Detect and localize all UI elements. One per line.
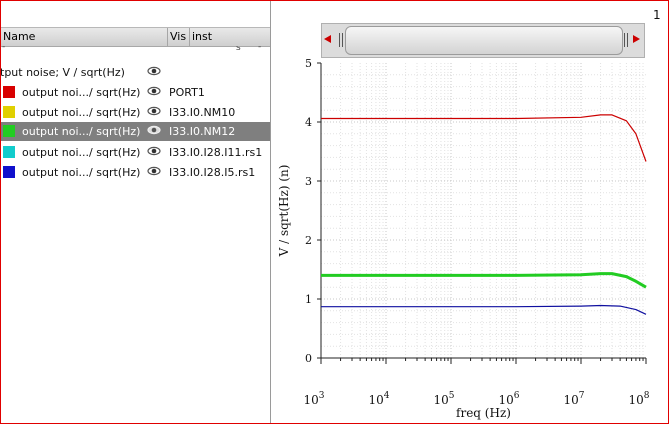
window-frame <box>0 0 669 424</box>
